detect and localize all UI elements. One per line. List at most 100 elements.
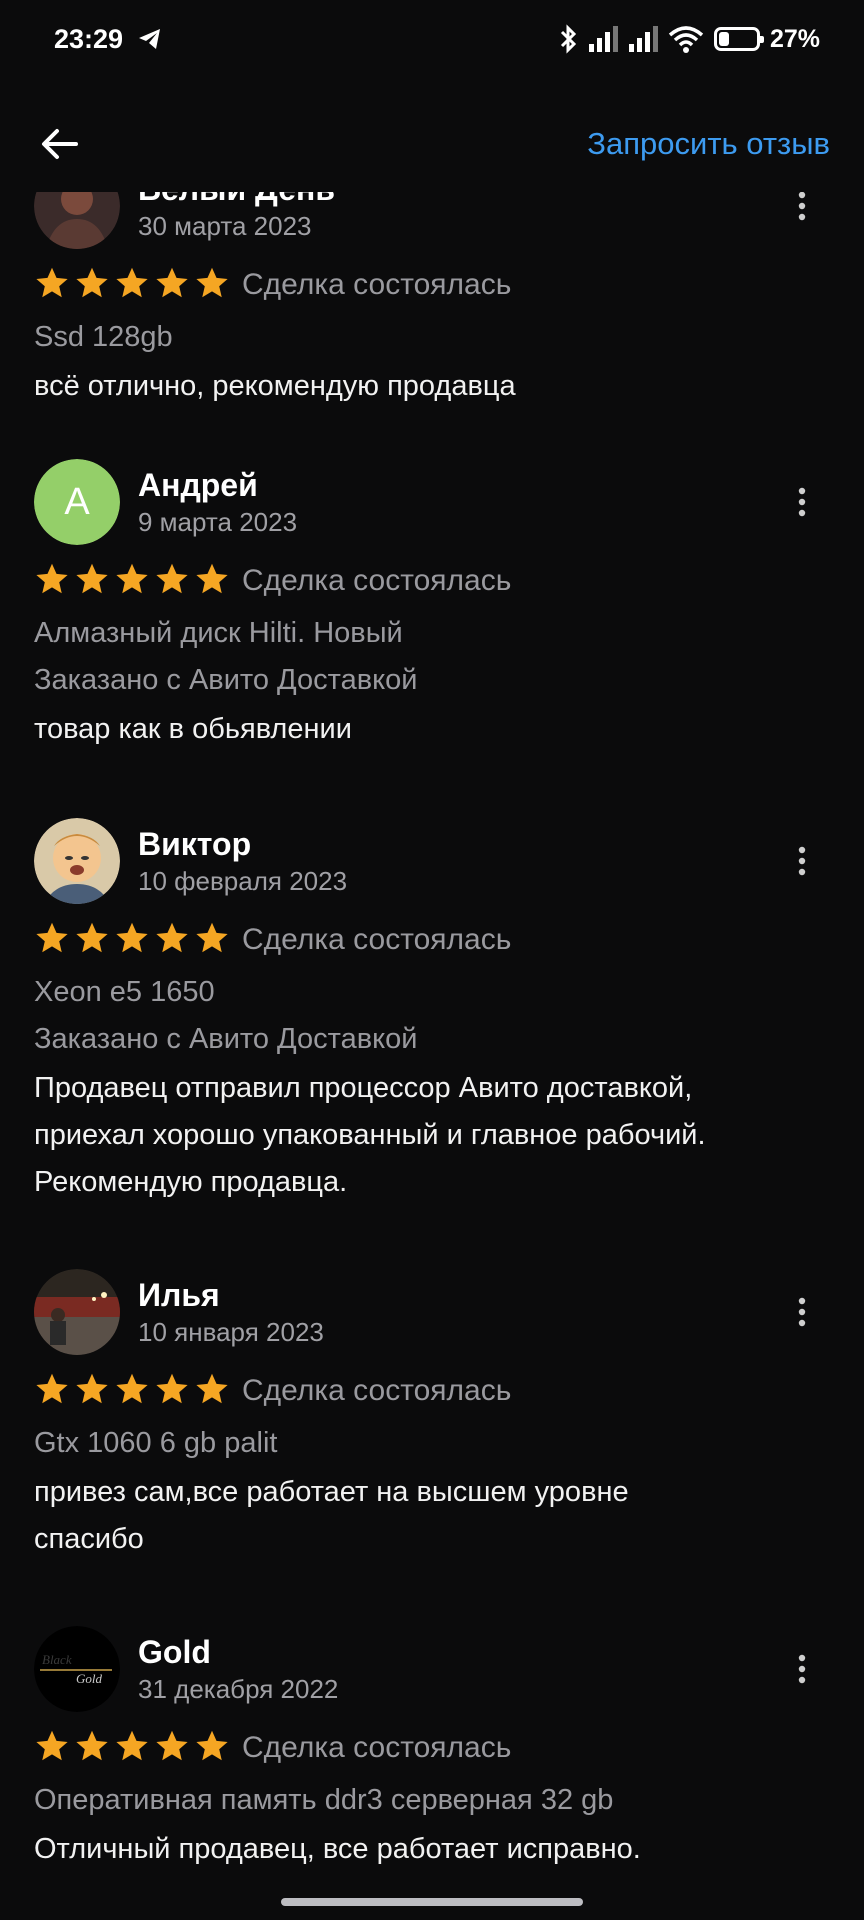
more-vertical-icon xyxy=(798,846,806,876)
rating-row: Сделка состоялась xyxy=(34,552,830,610)
avatar[interactable] xyxy=(34,192,120,249)
review-date: 31 декабря 2022 xyxy=(138,1674,339,1704)
avatar[interactable]: Black Gold xyxy=(34,1626,120,1712)
bluetooth-icon xyxy=(558,24,578,54)
rating-stars xyxy=(34,920,230,961)
deal-status: Сделка состоялась xyxy=(242,268,512,301)
review-comment: всё отлично, рекомендую продавца xyxy=(34,363,830,410)
star-icon xyxy=(114,920,150,961)
rating-stars xyxy=(34,1728,230,1769)
review-comment: Продавец отправил процессор Авито достав… xyxy=(34,1065,830,1206)
item-title[interactable]: Алмазный диск Hilti. Новый xyxy=(34,610,830,657)
telegram-icon xyxy=(137,27,163,51)
battery-icon xyxy=(713,27,764,51)
rating-row: Сделка состоялась xyxy=(34,256,830,314)
rating-row: Сделка состоялась xyxy=(34,1362,830,1420)
comment-line: всё отлично, рекомендую продавца xyxy=(34,370,516,402)
status-bar: 23:29 27% xyxy=(0,0,864,78)
star-icon xyxy=(194,265,230,306)
comment-line: Отличный продавец, все работает исправно… xyxy=(34,1833,641,1865)
item-title[interactable]: Xeon e5 1650 xyxy=(34,969,830,1016)
star-icon xyxy=(154,1728,190,1769)
review-meta: Gold 31 декабря 2022 xyxy=(138,1632,338,1706)
star-icon xyxy=(74,1371,110,1412)
review-card: Виктор 10 февраля 2023 Сделка состоялась Xe… xyxy=(0,817,864,1206)
svg-text:Gold: Gold xyxy=(76,1671,103,1686)
item-title[interactable]: Оперативная память ddr3 серверная 32 gb xyxy=(34,1777,830,1824)
deal-status: Сделка состоялась xyxy=(242,923,512,956)
item-title[interactable]: Gtx 1060 6 gb palit xyxy=(34,1420,830,1467)
more-vertical-icon xyxy=(798,1654,806,1684)
comment-line: товар как в обьявлении xyxy=(34,713,352,745)
battery-level xyxy=(718,32,729,46)
reviews-list[interactable]: Белый День 30 марта 2023 Сделка состоялась… xyxy=(0,192,864,1900)
more-options-button[interactable] xyxy=(774,1282,830,1342)
delivery-note: Заказано с Авито Доставкой xyxy=(34,664,418,696)
review-comment: Отличный продавец, все работает исправно… xyxy=(34,1826,830,1873)
review-header: Белый День 30 марта 2023 xyxy=(34,192,830,250)
reviewer-name[interactable]: Gold xyxy=(138,1632,338,1672)
signal-icon xyxy=(628,26,658,52)
deal-status: Сделка состоялась xyxy=(242,564,512,597)
request-review-link[interactable]: Запросить отзыв xyxy=(587,126,830,162)
star-icon xyxy=(194,1728,230,1769)
more-options-button[interactable] xyxy=(774,1639,830,1699)
star-icon xyxy=(34,1371,70,1412)
wifi-icon xyxy=(668,25,704,53)
more-options-button[interactable] xyxy=(774,472,830,532)
more-vertical-icon xyxy=(798,487,806,517)
review-comment: привез сам,все работает на высшем уровне… xyxy=(34,1469,830,1563)
star-icon xyxy=(194,1371,230,1412)
more-options-button[interactable] xyxy=(774,831,830,891)
arrow-left-icon xyxy=(42,129,78,159)
review-card: А Андрей 9 марта 2023 Сделка состоялась Алма… xyxy=(0,458,864,753)
review-card: Белый День 30 марта 2023 Сделка состоялась… xyxy=(0,192,864,410)
review-header: А Андрей 9 марта 2023 xyxy=(34,458,830,546)
review-meta: Белый День 30 марта 2023 xyxy=(138,192,335,243)
reviewer-name[interactable]: Белый День xyxy=(138,192,335,209)
star-icon xyxy=(154,920,190,961)
more-vertical-icon xyxy=(798,1297,806,1327)
reviewer-name[interactable]: Андрей xyxy=(138,465,297,505)
back-button[interactable] xyxy=(36,120,84,168)
review-comment: товар как в обьявлении xyxy=(34,706,830,753)
review-meta: Виктор 10 февраля 2023 xyxy=(138,824,347,898)
star-icon xyxy=(194,920,230,961)
avatar[interactable]: А xyxy=(34,459,120,545)
star-icon xyxy=(114,1371,150,1412)
delivery-note: Заказано с Авито Доставкой xyxy=(34,1023,418,1055)
rating-row: Сделка состоялась xyxy=(34,911,830,969)
avatar[interactable] xyxy=(34,1269,120,1355)
reviewer-name[interactable]: Илья xyxy=(138,1275,324,1315)
star-icon xyxy=(154,1371,190,1412)
deal-status: Сделка состоялась xyxy=(242,1731,512,1764)
review-header: Black Gold Gold 31 декабря 2022 xyxy=(34,1625,830,1713)
home-indicator[interactable] xyxy=(281,1898,583,1906)
reviewer-name[interactable]: Виктор xyxy=(138,824,347,864)
review-meta: Андрей 9 марта 2023 xyxy=(138,465,297,539)
rating-row: Сделка состоялась xyxy=(34,1719,830,1777)
star-icon xyxy=(74,1728,110,1769)
star-icon xyxy=(74,561,110,602)
more-options-button[interactable] xyxy=(774,192,830,236)
review-card: Black Gold Gold 31 декабря 2022 Сделка состо… xyxy=(0,1625,864,1873)
review-date: 10 февраля 2023 xyxy=(138,866,348,896)
more-vertical-icon xyxy=(798,192,806,221)
review-meta: Илья 10 января 2023 xyxy=(138,1275,324,1349)
deal-status: Сделка состоялась xyxy=(242,1374,512,1407)
star-icon xyxy=(74,920,110,961)
signal-icon xyxy=(588,26,618,52)
review-header: Виктор 10 февраля 2023 xyxy=(34,817,830,905)
star-icon xyxy=(34,1728,70,1769)
star-icon xyxy=(114,561,150,602)
review-date: 30 марта 2023 xyxy=(138,211,312,241)
review-header: Илья 10 января 2023 xyxy=(34,1268,830,1356)
avatar[interactable] xyxy=(34,818,120,904)
rating-stars xyxy=(34,265,230,306)
comment-line: Продавец отправил процессор Авито достав… xyxy=(34,1072,693,1104)
item-title[interactable]: Ssd 128gb xyxy=(34,314,830,361)
comment-line: спасибо xyxy=(34,1523,144,1555)
review-date: 9 марта 2023 xyxy=(138,507,298,537)
star-icon xyxy=(154,561,190,602)
app-bar: Запросить отзыв xyxy=(0,96,864,192)
